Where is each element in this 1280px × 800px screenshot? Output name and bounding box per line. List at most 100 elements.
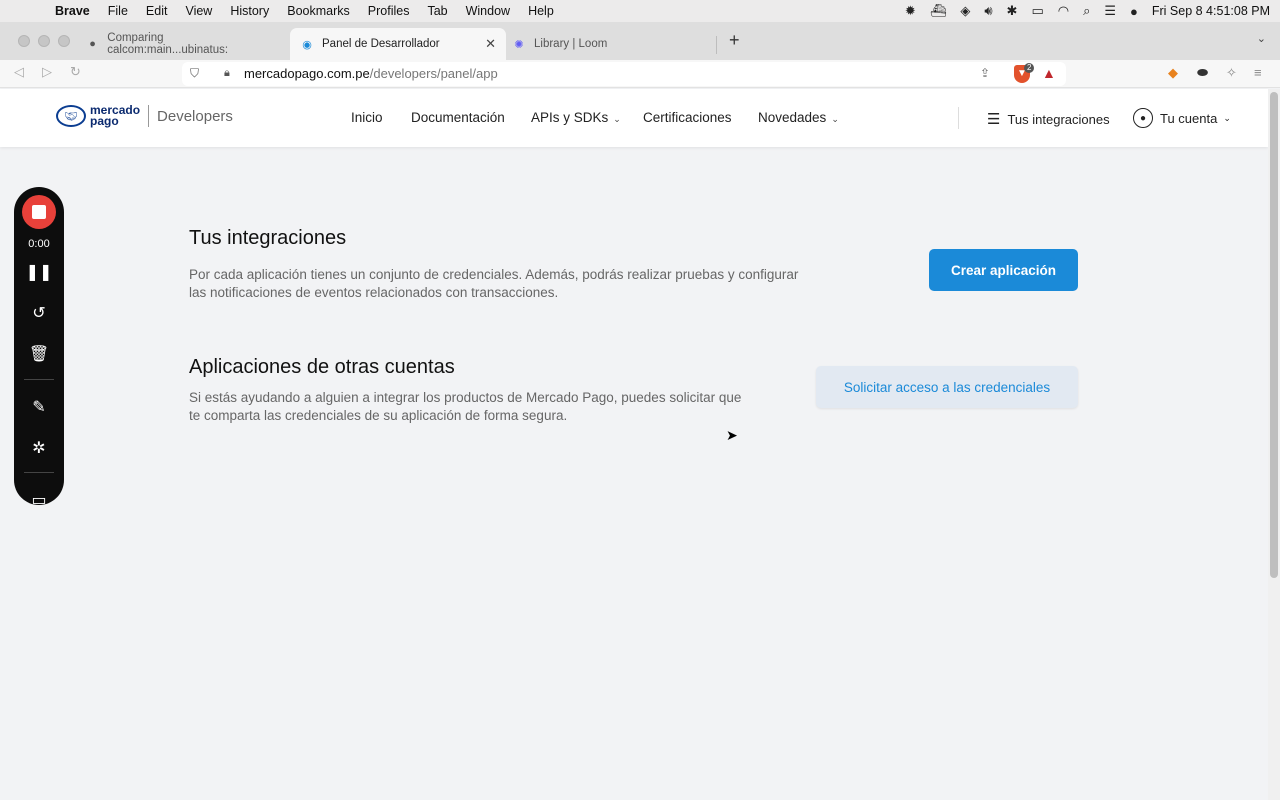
user-icon: ● xyxy=(1133,108,1153,128)
status-icons: ✹ ⛴ ◈ 🔊︎ ✱ ▭ ◠ ⌕ ☰ ● Fri Sep 8 4:51:08 P… xyxy=(905,0,1270,22)
nav-inicio[interactable]: Inicio xyxy=(351,110,383,125)
handshake-icon: 🤝︎ xyxy=(56,105,86,127)
bookmark-icon[interactable]: ⛉ xyxy=(190,66,199,81)
trash-icon[interactable]: 🗑︎ xyxy=(14,344,64,364)
nav-apis-sdks[interactable]: APIs y SDKs ⌄ xyxy=(531,110,621,125)
spotlight-search-icon[interactable]: ⌕ xyxy=(1083,3,1090,19)
siri-icon[interactable]: ● xyxy=(1130,4,1138,19)
tab-label: Library | Loom xyxy=(534,38,608,50)
toolbar-divider xyxy=(24,379,54,380)
github-icon: ● xyxy=(89,38,96,50)
loom-recorder-toolbar: 0:00 ❚❚ ↺ 🗑︎ ✎ ✲ ▭ xyxy=(14,187,64,505)
tus-integraciones-label: Tus integraciones xyxy=(1007,111,1110,127)
nav-novedades[interactable]: Novedades ⌄ xyxy=(758,110,839,125)
shields-count-badge: 2 xyxy=(1024,63,1035,73)
tab-separator xyxy=(716,36,717,54)
zoom-window-button[interactable] xyxy=(58,35,70,47)
forward-icon[interactable]: ▷ xyxy=(42,64,52,80)
volume-icon[interactable]: 🔊︎ xyxy=(984,3,992,19)
browser-tab-bar: ● Comparing calcom:main...ubinatus: ◉ Pa… xyxy=(0,22,1280,60)
stop-recording-button[interactable] xyxy=(22,195,56,229)
chevron-down-icon: ⌄ xyxy=(613,114,621,124)
mercadopago-icon: ◉ xyxy=(302,38,312,51)
metamask-icon[interactable]: ◆ xyxy=(1168,65,1178,81)
menu-bookmarks[interactable]: Bookmarks xyxy=(278,4,359,18)
menu-icon[interactable]: ≡ xyxy=(1254,65,1262,80)
clock[interactable]: Fri Sep 8 4:51:08 PM xyxy=(1152,4,1270,18)
nav-apis-sdks-label: APIs y SDKs xyxy=(531,110,609,125)
camera-icon[interactable]: ▭ xyxy=(14,490,64,505)
chevron-down-icon: ⌄ xyxy=(831,114,839,124)
tab-search-chevron-icon[interactable]: ⌄ xyxy=(1257,32,1266,45)
close-window-button[interactable] xyxy=(18,35,30,47)
control-center-icon[interactable]: ☰ xyxy=(1104,3,1116,19)
battery-icon[interactable]: ▭ xyxy=(1031,3,1043,19)
lock-icon[interactable]: 🔒︎ xyxy=(224,67,230,80)
tab-label: Panel de Desarrollador xyxy=(322,38,440,50)
extensions-icon[interactable]: ✧ xyxy=(1226,65,1237,81)
toolbar-divider xyxy=(24,472,54,473)
site-header: 🤝︎ mercado pago Developers Inicio Documen… xyxy=(0,89,1268,147)
confetti-icon[interactable]: ✲ xyxy=(14,438,64,458)
menu-help[interactable]: Help xyxy=(519,4,563,18)
menu-history[interactable]: History xyxy=(221,4,278,18)
macos-menubar: Brave File Edit View History Bookmarks P… xyxy=(0,0,1280,22)
menu-view[interactable]: View xyxy=(176,4,221,18)
wallet-extension-icon[interactable]: ⬬ xyxy=(1197,65,1208,81)
minimize-window-button[interactable] xyxy=(38,35,50,47)
tab-github[interactable]: ● Comparing calcom:main...ubinatus: xyxy=(76,28,288,60)
desc-line-1: Si estás ayudando a alguien a integrar l… xyxy=(189,390,742,405)
server-icon: ☰ xyxy=(987,111,1001,128)
new-tab-button[interactable]: + xyxy=(729,30,740,51)
tab-label: Comparing calcom:main...ubinatus: xyxy=(107,32,229,56)
wifi-icon[interactable]: ◠ xyxy=(1058,3,1069,19)
docker-icon[interactable]: ⛴ xyxy=(930,3,947,19)
share-icon[interactable]: ⇪ xyxy=(980,66,990,80)
url-text[interactable]: mercadopago.com.pe/developers/panel/app xyxy=(244,66,498,81)
nav-documentacion[interactable]: Documentación xyxy=(411,110,505,125)
logo-line2: pago xyxy=(90,114,119,128)
menu-profiles[interactable]: Profiles xyxy=(359,4,419,18)
tu-cuenta-menu[interactable]: ● Tu cuenta ⌄ xyxy=(1133,108,1231,128)
chevron-down-icon: ⌄ xyxy=(1223,112,1231,123)
vpn-icon[interactable]: ◈ xyxy=(960,3,970,19)
stop-icon xyxy=(32,205,46,219)
url-domain: mercadopago.com.pe xyxy=(244,66,370,81)
menu-tab[interactable]: Tab xyxy=(418,4,456,18)
desc-line-1: Por cada aplicación tienes un conjunto d… xyxy=(189,267,799,282)
reload-icon[interactable]: ↻ xyxy=(70,64,81,80)
nav-novedades-label: Novedades xyxy=(758,110,827,125)
bluetooth-icon[interactable]: ✱ xyxy=(1007,3,1018,19)
brave-rewards-icon[interactable]: ▲ xyxy=(1042,65,1056,81)
page-scrollbar-thumb[interactable] xyxy=(1270,92,1278,578)
section-title-otras-cuentas: Aplicaciones de otras cuentas xyxy=(189,356,455,378)
menu-file[interactable]: File xyxy=(99,4,137,18)
tu-cuenta-label: Tu cuenta xyxy=(1160,110,1218,126)
section-desc-otras-cuentas: Si estás ayudando a alguien a integrar l… xyxy=(189,389,741,425)
logo-developers: Developers xyxy=(157,107,233,125)
recording-timer: 0:00 xyxy=(28,238,50,250)
loom-icon: ✺ xyxy=(514,38,524,51)
solicitar-acceso-button[interactable]: Solicitar acceso a las credenciales xyxy=(816,366,1078,408)
sun-icon[interactable]: ✹ xyxy=(905,3,916,19)
menu-brave[interactable]: Brave xyxy=(46,4,99,18)
tab-loom[interactable]: ✺ Library | Loom xyxy=(502,28,716,60)
header-divider xyxy=(958,107,959,129)
restart-icon[interactable]: ↺ xyxy=(14,303,64,323)
window-controls xyxy=(18,35,70,47)
close-tab-icon[interactable]: ✕ xyxy=(485,36,496,52)
pencil-icon[interactable]: ✎ xyxy=(14,397,64,417)
nav-certificaciones[interactable]: Certificaciones xyxy=(643,110,732,125)
section-title-tus-integraciones: Tus integraciones xyxy=(189,227,347,249)
pause-icon[interactable]: ❚❚ xyxy=(14,262,64,282)
menu-edit[interactable]: Edit xyxy=(137,4,177,18)
crear-aplicacion-button[interactable]: Crear aplicación xyxy=(929,249,1078,291)
address-bar[interactable]: ⛉ 🔒︎ mercadopago.com.pe/developers/panel… xyxy=(182,62,1066,86)
tab-panel-desarrollador[interactable]: ◉ Panel de Desarrollador ✕ xyxy=(290,28,506,60)
mercadopago-logo[interactable]: 🤝︎ mercado pago Developers xyxy=(56,104,233,128)
tus-integraciones-link[interactable]: ☰ Tus integraciones xyxy=(987,110,1110,128)
logo-wordmark: mercado pago xyxy=(90,104,140,128)
back-icon[interactable]: ◁ xyxy=(14,64,24,80)
url-path: /developers/panel/app xyxy=(369,66,498,81)
menu-window[interactable]: Window xyxy=(457,4,519,18)
